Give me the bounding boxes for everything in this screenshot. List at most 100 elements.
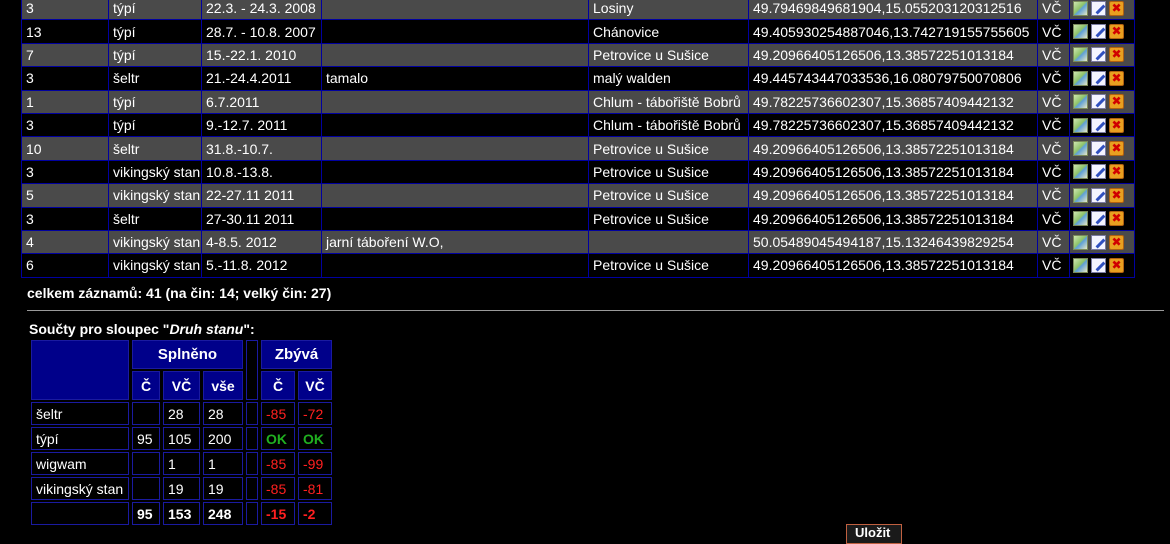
edit-icon[interactable] <box>1091 234 1106 250</box>
edit-icon[interactable] <box>1091 0 1106 16</box>
table-row: 3 týpí 22.3. - 24.3. 2008 Losiny 49.79469849… <box>22 0 1134 20</box>
record-category: VČ <box>1038 160 1069 184</box>
records-total: celkem záznamů: 41 (na čin: 14; velký či… <box>27 285 332 301</box>
delete-icon[interactable] <box>1109 24 1124 40</box>
record-coords: 49.20966405126506,13.38572251013184 <box>749 137 1037 160</box>
edit-icon[interactable] <box>1091 187 1106 203</box>
sums-done-vc: 153 <box>163 502 200 525</box>
record-actions <box>1070 207 1134 230</box>
edit-icon[interactable] <box>1091 24 1106 40</box>
delete-icon[interactable] <box>1109 70 1124 86</box>
delete-icon[interactable] <box>1109 141 1124 157</box>
delete-icon[interactable] <box>1109 187 1124 203</box>
map-icon[interactable] <box>1073 47 1088 63</box>
record-coords: 49.20966405126506,13.38572251013184 <box>749 160 1037 184</box>
record-count: 13 <box>22 20 108 43</box>
delete-icon[interactable] <box>1109 117 1124 133</box>
record-date: 10.8.-13.8. <box>202 160 321 184</box>
sums-left-c: -15 <box>261 502 295 525</box>
delete-icon[interactable] <box>1109 164 1124 180</box>
record-date: 6.7.2011 <box>202 90 321 113</box>
map-icon[interactable] <box>1073 70 1088 86</box>
edit-icon[interactable] <box>1091 164 1106 180</box>
map-icon[interactable] <box>1073 164 1088 180</box>
sums-row-label <box>31 502 129 525</box>
map-icon[interactable] <box>1073 94 1088 110</box>
delete-icon[interactable] <box>1109 0 1124 16</box>
sums-done-c <box>132 477 160 500</box>
sums-title-suffix: ": <box>243 321 255 337</box>
record-count: 7 <box>22 43 108 67</box>
record-coords: 49.20966405126506,13.38572251013184 <box>749 254 1037 277</box>
record-place: Petrovice u Sušice <box>589 43 748 67</box>
sums-row-label: wigwam <box>31 452 129 475</box>
record-category: VČ <box>1038 113 1069 137</box>
map-icon[interactable] <box>1073 257 1088 273</box>
record-coords: 49.78225736602307,15.36857409442132 <box>749 90 1037 113</box>
header-done-all: vše <box>203 371 243 400</box>
record-note <box>322 113 588 137</box>
record-actions <box>1070 113 1134 137</box>
delete-icon[interactable] <box>1109 94 1124 110</box>
record-date: 22.3. - 24.3. 2008 <box>202 0 321 20</box>
sums-left-vc: -81 <box>298 477 332 500</box>
record-date: 9.-12.7. 2011 <box>202 113 321 137</box>
table-row: 3 šeltr 21.-24.4.2011 tamalo malý walden 49.4… <box>22 67 1134 90</box>
edit-icon[interactable] <box>1091 94 1106 110</box>
delete-icon[interactable] <box>1109 47 1124 63</box>
record-coords: 49.40593025488704​6,13.742719155755605 <box>749 20 1037 43</box>
record-place: Petrovice u Sušice <box>589 184 748 207</box>
map-icon[interactable] <box>1073 211 1088 227</box>
record-category: VČ <box>1038 90 1069 113</box>
record-actions <box>1070 20 1134 43</box>
table-row: 3 vikingský stan 10.8.-13.8. Petrovice u Su… <box>22 160 1134 184</box>
edit-icon[interactable] <box>1091 141 1106 157</box>
record-place: Losiny <box>589 0 748 20</box>
edit-icon[interactable] <box>1091 257 1106 273</box>
edit-icon[interactable] <box>1091 211 1106 227</box>
delete-icon[interactable] <box>1109 211 1124 227</box>
table-row: 5 vikingský stan 22-27.11 2011 Petrovice u … <box>22 184 1134 207</box>
record-note <box>322 254 588 277</box>
sums-gap <box>246 427 258 450</box>
sums-left-vc: -2 <box>298 502 332 525</box>
record-place: Petrovice u Sušice <box>589 160 748 184</box>
record-actions <box>1070 90 1134 113</box>
sums-gap <box>246 477 258 500</box>
record-category: VČ <box>1038 230 1069 254</box>
sums-row-label: šeltr <box>31 402 129 425</box>
map-icon[interactable] <box>1073 0 1088 16</box>
map-icon[interactable] <box>1073 117 1088 133</box>
edit-icon[interactable] <box>1091 47 1106 63</box>
sums-row-label: vikingský stan <box>31 477 129 500</box>
record-place: malý walden <box>589 67 748 90</box>
record-place: Chlum - tábořiště Bobrů <box>589 113 748 137</box>
sums-title-column: Druh stanu <box>169 321 244 337</box>
sums-row: šeltr 28 28 -85 -72 <box>31 402 332 425</box>
save-button[interactable]: Uložit <box>846 524 902 544</box>
record-date: 5.-11.8. 2012 <box>202 254 321 277</box>
record-coords: 49.20966405126506,13.38572251013184 <box>749 207 1037 230</box>
map-icon[interactable] <box>1073 234 1088 250</box>
delete-icon[interactable] <box>1109 234 1124 250</box>
record-date: 22-27.11 2011 <box>202 184 321 207</box>
sums-row-label: týpí <box>31 427 129 450</box>
record-place: Petrovice u Sušice <box>589 207 748 230</box>
divider <box>27 310 1164 311</box>
table-row: 6 vikingský stan 5.-11.8. 2012 Petrovice u … <box>22 254 1134 277</box>
sums-done-all: 1 <box>203 452 243 475</box>
record-category: VČ <box>1038 254 1069 277</box>
map-icon[interactable] <box>1073 187 1088 203</box>
sums-row: týpí 95 105 200 OK OK <box>31 427 332 450</box>
record-category: VČ <box>1038 20 1069 43</box>
edit-icon[interactable] <box>1091 117 1106 133</box>
record-actions <box>1070 254 1134 277</box>
record-count: 10 <box>22 137 108 160</box>
sums-row: wigwam 1 1 -85 -99 <box>31 452 332 475</box>
map-icon[interactable] <box>1073 24 1088 40</box>
delete-icon[interactable] <box>1109 257 1124 273</box>
map-icon[interactable] <box>1073 141 1088 157</box>
record-note <box>322 137 588 160</box>
record-note: tamalo <box>322 67 588 90</box>
edit-icon[interactable] <box>1091 70 1106 86</box>
